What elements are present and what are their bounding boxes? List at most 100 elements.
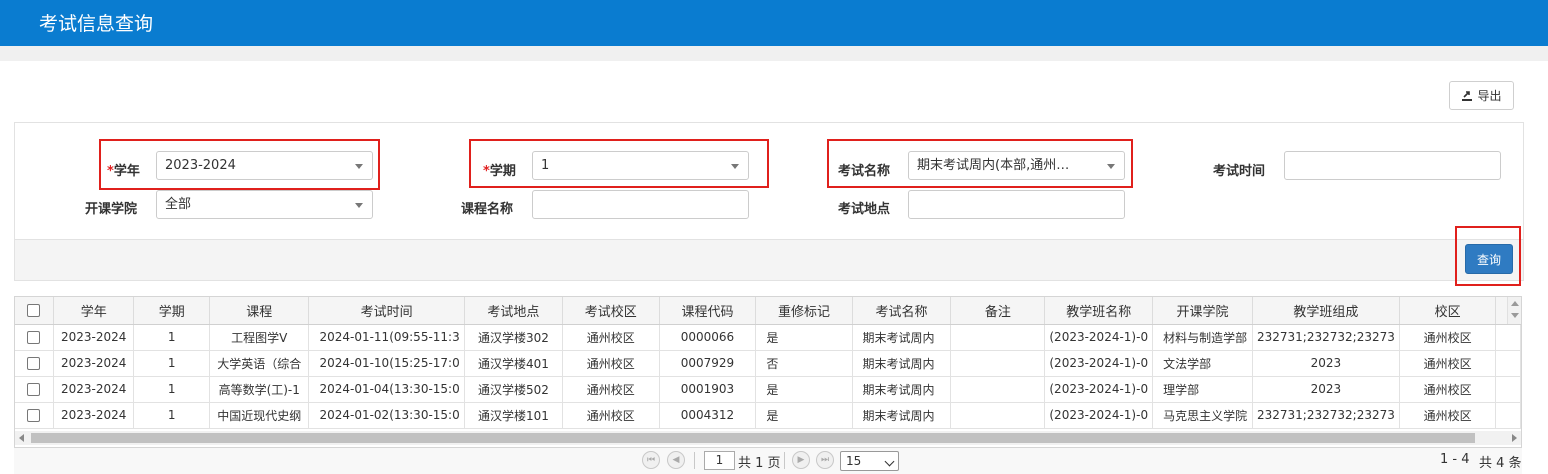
table-cell: 通州校区 [562,402,660,429]
table-cell: 2023-2024 [53,376,135,403]
table-body: 2023-2024 1 工程图学Ⅴ 2024-01-11(09:55-11:3 通汉学楼… [15,324,1521,429]
table-row[interactable]: 2023-2024 1 高等数学(工)-1 2024-01-04(13:30-15:0… [15,376,1521,403]
table-cell: 期末考试周内 [852,350,952,377]
table-cell: 通州校区 [1399,350,1497,377]
row-checkbox[interactable] [27,409,41,422]
table-cell: 232731;232732;23273 [1252,402,1400,429]
highlight-box [827,139,1133,188]
table-cell: 工程图学Ⅴ [209,324,310,351]
record-total-text: 共 4 条 [1479,456,1522,471]
college-label: 开课学院 [85,202,138,217]
row-select-cell [15,376,54,403]
column-header[interactable]: 学年 [53,297,135,325]
column-header[interactable]: 教学班名称 [1044,297,1154,325]
table-cell: 是 [755,402,853,429]
last-page-button[interactable]: ⏭ [816,451,834,469]
page-size-select[interactable]: 15 [840,451,899,471]
exam-grid: 学年 学期 课程 考试时间 考试地点 考试校区 课程代码 重修标记 考试名称 备… [15,297,1521,429]
table-cell: (2023-2024-1)-0 [1044,376,1154,403]
highlight-box [469,139,769,188]
last-page-icon: ⏭ [820,455,830,465]
first-page-button[interactable]: ⏮ [642,451,660,469]
column-header[interactable]: 学期 [133,297,211,325]
table-cell: 通州校区 [1399,376,1497,403]
record-range-text: 1 - 4 [1440,452,1470,467]
table-cell: 否 [755,350,853,377]
table-cell: 2023 [1252,376,1400,403]
table-row[interactable]: 2023-2024 1 大学英语（综合 2024-01-10(15:25-17:0 通汉… [15,350,1521,377]
table-row[interactable]: 2023-2024 1 工程图学Ⅴ 2024-01-11(09:55-11:3 通汉学楼… [15,324,1521,351]
table-cell [950,350,1046,377]
page-title: 考试信息查询 [39,13,154,35]
chevron-down-icon [884,456,895,467]
table-header-row: 学年 学期 课程 考试时间 考试地点 考试校区 课程代码 重修标记 考试名称 备… [15,297,1521,325]
table-cell: 0000066 [659,324,757,351]
table-cell: 文法学部 [1152,350,1253,377]
table-cell: 通州校区 [1399,324,1497,351]
course-name-input[interactable] [532,190,749,219]
table-cell: 马克思主义学院 [1152,402,1253,429]
scrollbar-thumb[interactable] [31,433,1475,443]
exam-location-label: 考试地点 [838,202,891,217]
prev-page-icon: ◀ [672,455,680,465]
vertical-scrollbar[interactable] [1507,297,1521,324]
next-page-button[interactable]: ▶ [792,451,810,469]
table-cell: 0007929 [659,350,757,377]
highlight-box [99,139,380,190]
row-select-cell [15,402,54,429]
table-row[interactable]: 2023-2024 1 中国近现代史纲 2024-01-02(13:30-15:0 通汉… [15,402,1521,429]
row-filler [1495,376,1521,403]
table-cell: 理学部 [1152,376,1253,403]
table-cell: 通州校区 [562,350,660,377]
exam-time-input[interactable] [1284,151,1501,180]
column-header[interactable]: 备注 [950,297,1046,325]
column-header[interactable]: 教学班组成 [1252,297,1400,325]
table-cell: 2023-2024 [53,350,135,377]
table-cell [950,376,1046,403]
prev-page-button[interactable]: ◀ [667,451,685,469]
total-pages-text: 共 1 页 [738,456,781,471]
table-cell: 中国近现代史纲 [209,402,310,429]
college-select[interactable]: 全部 [156,190,373,219]
row-filler [1495,402,1521,429]
column-header[interactable]: 考试地点 [464,297,564,325]
row-checkbox[interactable] [27,357,41,370]
horizontal-scrollbar[interactable] [15,431,1521,445]
table-cell: 通汉学楼401 [464,350,564,377]
exam-table: 学年 学期 课程 考试时间 考试地点 考试校区 课程代码 重修标记 考试名称 备… [14,296,1522,448]
table-cell: 2024-01-04(13:30-15:0 [308,376,465,403]
export-button[interactable]: 导出 [1449,81,1514,110]
column-header[interactable]: 开课学院 [1152,297,1253,325]
row-checkbox[interactable] [27,383,41,396]
exam-time-label: 考试时间 [1213,164,1266,179]
table-cell: 高等数学(工)-1 [209,376,310,403]
column-header[interactable]: 课程代码 [659,297,757,325]
table-cell: 通州校区 [562,376,660,403]
exam-location-input[interactable] [908,190,1125,219]
table-cell: 0004312 [659,402,757,429]
table-cell: 通州校区 [1399,402,1497,429]
table-cell: (2023-2024-1)-0 [1044,350,1154,377]
row-select-cell [15,324,54,351]
table-cell [950,402,1046,429]
column-header[interactable]: 课程 [209,297,310,325]
column-header[interactable]: 校区 [1399,297,1497,325]
scroll-right-icon [1512,434,1517,442]
column-header[interactable]: 考试名称 [852,297,952,325]
table-cell: 通州校区 [562,324,660,351]
highlight-box [1455,226,1521,286]
column-header[interactable]: 重修标记 [755,297,853,325]
chevron-down-icon [355,203,363,208]
table-cell: 是 [755,324,853,351]
export-icon [1461,90,1473,102]
row-checkbox[interactable] [27,331,41,344]
table-cell: 1 [133,376,211,403]
course-name-label: 课程名称 [461,202,514,217]
column-header[interactable]: 考试校区 [562,297,660,325]
select-all-checkbox[interactable] [27,303,41,317]
column-header[interactable]: 考试时间 [308,297,465,325]
page-number-input[interactable]: 1 [704,451,735,470]
export-button-label: 导出 [1477,89,1502,103]
table-cell: 材料与制造学部 [1152,324,1253,351]
pager-divider [694,452,695,469]
